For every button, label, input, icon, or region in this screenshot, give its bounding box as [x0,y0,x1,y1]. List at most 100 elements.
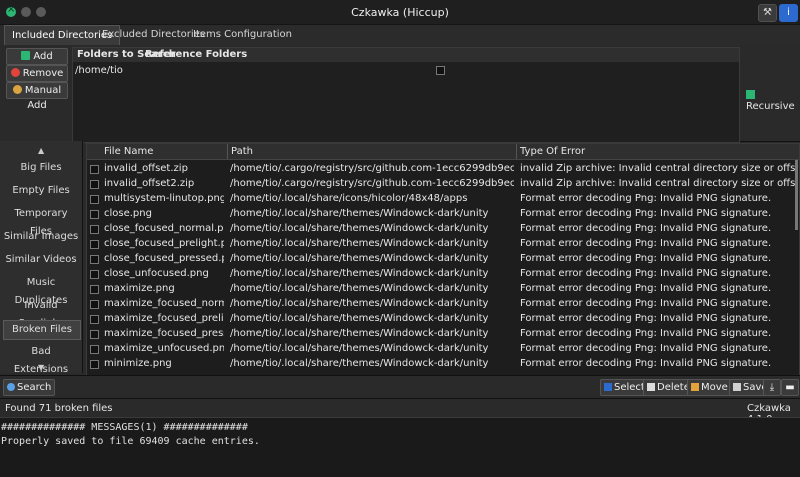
sidebar-item-broken-files[interactable]: Broken Files [3,320,81,340]
table-row[interactable]: close_unfocused.png/home/tio/.local/shar… [87,266,799,281]
table-row[interactable]: close.png/home/tio/.local/share/themes/W… [87,206,799,221]
folder-row[interactable]: /home/tio [75,65,123,76]
row-checkbox[interactable] [90,255,99,264]
table-row[interactable]: maximize_focused_pressed.png/home/tio/.l… [87,326,799,341]
error-cell: Format error decoding Png: Invalid PNG s… [520,238,772,249]
remove-directory-button[interactable]: Remove [6,65,68,82]
table-row[interactable]: maximize_focused_normal.png/home/tio/.lo… [87,296,799,311]
reference-folder-checkbox[interactable] [436,66,445,75]
sidebar-item-invalid-symlinks[interactable]: Invalid Symlinks [3,297,79,329]
window-title: Czkawka (Hiccup) [351,6,449,19]
file-name-cell: close_unfocused.png [104,268,209,279]
table-row[interactable]: close_focused_pressed.png/home/tio/.loca… [87,251,799,266]
path-cell: /home/tio/.local/share/themes/Windowck-d… [230,238,489,249]
settings-button[interactable]: ⚒ [758,4,777,22]
save-icon [733,383,741,391]
path-cell: /home/tio/.cargo/registry/src/github.com… [230,163,514,174]
manual-add-button[interactable]: Manual Add [6,82,68,111]
file-name-cell: maximize_focused_prelight.png [104,313,224,324]
error-cell: Format error decoding Png: Invalid PNG s… [520,313,772,324]
hardlink-button[interactable]: ▬ [781,379,799,396]
file-name-cell: maximize.png [104,283,175,294]
folders-table-header: Folders to Search Reference Folders [73,48,739,62]
title-bar: Czkawka (Hiccup) ⚒ i [0,0,800,25]
path-cell: /home/tio/.local/share/themes/Windowck-d… [230,268,489,279]
file-name-cell: invalid_offset2.zip [104,178,195,189]
error-cell: invalid Zip archive: Invalid central dir… [520,163,797,174]
table-row[interactable]: close_focused_normal.png/home/tio/.local… [87,221,799,236]
table-row[interactable]: maximize.png/home/tio/.local/share/theme… [87,281,799,296]
select-button[interactable]: Select [600,379,649,396]
move-button[interactable]: Move [687,379,732,396]
sidebar-item-big-files[interactable]: Big Files [3,159,79,177]
path-cell: /home/tio/.local/share/themes/Windowck-d… [230,358,489,369]
path-cell: /home/tio/.local/share/themes/Windowck-d… [230,298,489,309]
column-separator[interactable] [227,144,228,159]
file-name-cell: minimize.png [104,358,172,369]
path-cell: /home/tio/.local/share/themes/Windowck-d… [230,343,489,354]
row-checkbox[interactable] [90,300,99,309]
path-cell: /home/tio/.local/share/themes/Windowck-d… [230,313,489,324]
row-checkbox[interactable] [90,285,99,294]
type-of-error-header[interactable]: Type Of Error [520,146,585,157]
sidebar-item-music-duplicates[interactable]: Music Duplicates [3,274,79,306]
error-cell: Format error decoding Png: Invalid PNG s… [520,193,772,204]
row-checkbox[interactable] [90,360,99,369]
file-name-cell: close_focused_pressed.png [104,253,224,264]
sidebar-item-similar-videos[interactable]: Similar Videos [3,251,79,269]
search-button[interactable]: Search [3,379,56,396]
symlink-icon: ⤓ [769,382,775,393]
sidebar-item-temporary-files[interactable]: Temporary Files [3,205,79,237]
sidebar-item-similar-images[interactable]: Similar Images [3,228,79,246]
scroll-up-icon[interactable]: ▲ [38,146,44,155]
row-checkbox[interactable] [90,225,99,234]
row-checkbox[interactable] [90,180,99,189]
table-row[interactable]: maximize_unfocused.png/home/tio/.local/s… [87,341,799,356]
info-icon: i [787,7,790,18]
table-row[interactable]: minimize.png/home/tio/.local/share/theme… [87,356,799,371]
messages-panel: ############## MESSAGES(1) #############… [0,417,800,477]
select-icon [604,383,612,391]
row-checkbox[interactable] [90,240,99,249]
sidebar-item-empty-files[interactable]: Empty Files [3,182,79,200]
messages-header: ############## MESSAGES(1) #############… [1,422,248,433]
about-button[interactable]: i [779,4,798,22]
scroll-down-icon[interactable]: ▼ [38,363,44,372]
results-scrollbar[interactable] [795,160,798,230]
file-name-cell: invalid_offset.zip [104,163,188,174]
row-checkbox[interactable] [90,165,99,174]
table-row[interactable]: maximize_focused_prelight.png/home/tio/.… [87,311,799,326]
error-cell: Format error decoding Png: Invalid PNG s… [520,208,772,219]
table-row[interactable]: invalid_offset.zip/home/tio/.cargo/regis… [87,161,799,176]
results-table-header: File Name Path Type Of Error [87,144,799,160]
file-name-header[interactable]: File Name [104,146,153,157]
tab-items-configuration[interactable]: Items Configuration [186,25,299,45]
add-directory-button[interactable]: Add [6,48,68,65]
row-checkbox[interactable] [90,210,99,219]
symlink-button[interactable]: ⤓ [763,379,781,396]
row-checkbox[interactable] [90,315,99,324]
plus-icon [21,51,31,60]
path-cell: /home/tio/.local/share/themes/Windowck-d… [230,253,489,264]
checkbox-checked-icon [746,90,755,99]
file-name-cell: maximize_focused_pressed.png [104,328,224,339]
action-toolbar: Search Select Delete Move Save ⤓ ▬ [0,375,800,399]
table-row[interactable]: close_focused_prelight.png/home/tio/.loc… [87,236,799,251]
path-header[interactable]: Path [231,146,253,157]
table-row[interactable]: multisystem-linutop.png/home/tio/.local/… [87,191,799,206]
column-separator[interactable] [516,144,517,159]
row-checkbox[interactable] [90,270,99,279]
path-cell: /home/tio/.local/share/themes/Windowck-d… [230,208,489,219]
error-cell: invalid Zip archive: Invalid central dir… [520,178,797,189]
status-text: Found 71 broken files [5,403,113,414]
reference-folders-header[interactable]: Reference Folders [145,48,247,62]
recursive-checkbox[interactable]: Recursive [746,90,800,112]
row-checkbox[interactable] [90,345,99,354]
error-cell: Format error decoding Png: Invalid PNG s… [520,328,772,339]
sidebar-item-bad-extensions[interactable]: Bad Extensions [3,343,79,375]
trash-icon [647,383,655,391]
row-checkbox[interactable] [90,330,99,339]
error-cell: Format error decoding Png: Invalid PNG s… [520,343,772,354]
table-row[interactable]: invalid_offset2.zip/home/tio/.cargo/regi… [87,176,799,191]
row-checkbox[interactable] [90,195,99,204]
